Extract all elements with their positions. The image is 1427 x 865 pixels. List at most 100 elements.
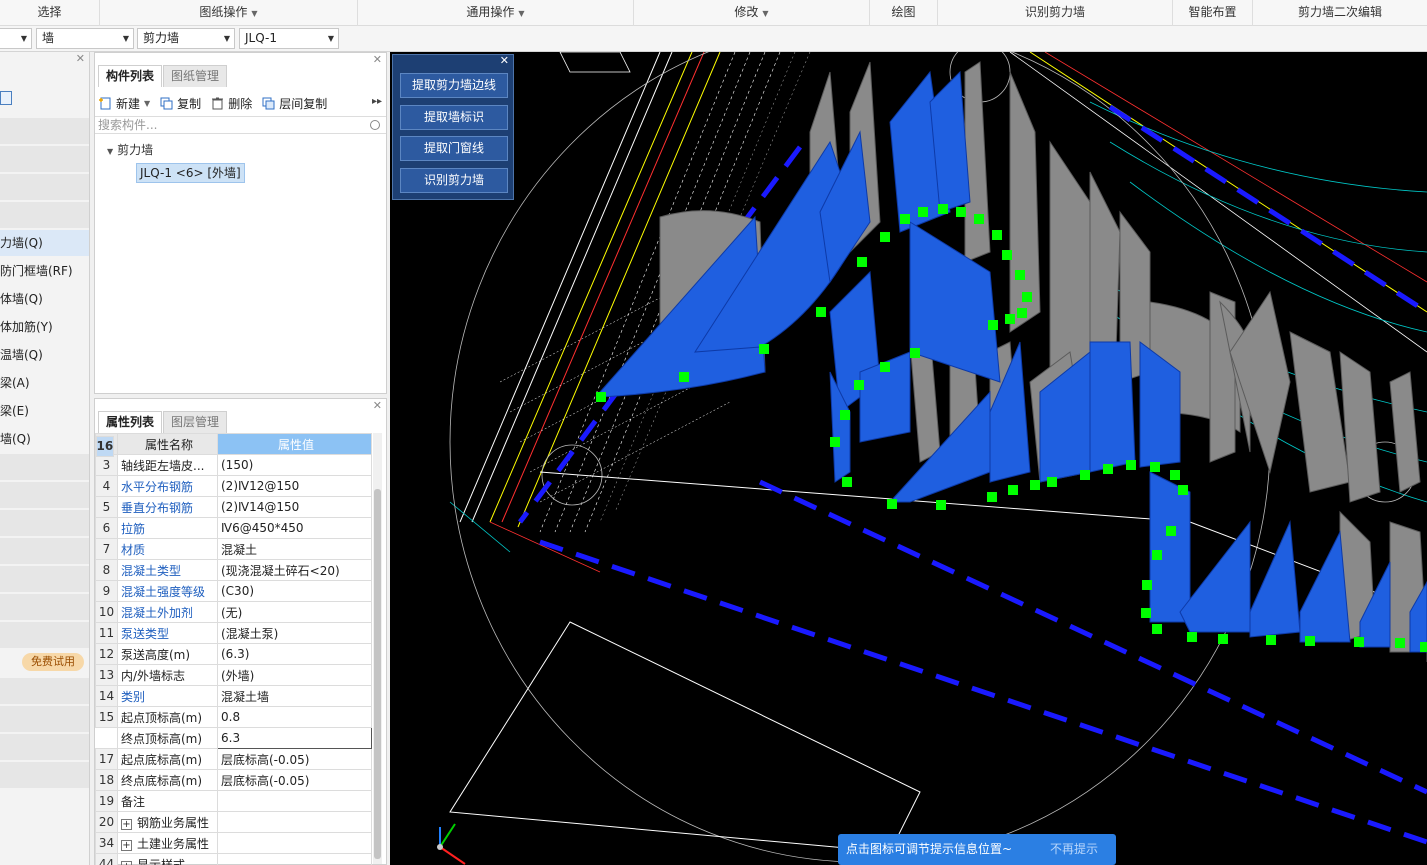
extract-door-window-button[interactable]: 提取门窗线 — [400, 136, 508, 161]
expand-plus-icon[interactable]: + — [121, 818, 132, 830]
property-row[interactable]: 9 混凝土强度等级 (C30) — [95, 580, 372, 602]
new-icon — [99, 97, 112, 110]
close-icon[interactable]: ✕ — [373, 399, 382, 412]
scrollbar-thumb[interactable] — [374, 489, 381, 859]
chevron-down-icon: ▼ — [122, 34, 129, 43]
nav-item-q[interactable]: 墙(Q) — [0, 426, 89, 452]
property-value[interactable]: (C30) — [217, 580, 372, 602]
property-row[interactable]: 14 类别 混凝土墙 — [95, 685, 372, 707]
nav-item-insulation-wall[interactable]: 温墙(Q) — [0, 342, 89, 368]
ribbon-group-modify[interactable]: 修改 ▼ — [634, 0, 870, 26]
nav-item-shear-wall[interactable]: 力墙(Q) — [0, 230, 89, 256]
expand-plus-icon[interactable]: + — [121, 839, 132, 851]
property-row[interactable]: 5 垂直分布钢筋 (2)Ⅳ14@150 — [95, 496, 372, 518]
component-search-input[interactable]: 搜索构件... — [95, 116, 386, 134]
chevron-down-icon: ▼ — [762, 9, 769, 18]
floor-copy-button[interactable]: 层间复制 — [262, 91, 327, 115]
nav-spacer — [0, 594, 89, 620]
property-value[interactable]: (6.3) — [217, 643, 372, 665]
nav-item-a[interactable]: 梁(A) — [0, 370, 89, 396]
property-name: 泵送高度(m) — [117, 643, 218, 665]
property-value[interactable] — [217, 790, 372, 812]
property-value[interactable] — [217, 853, 372, 865]
property-row[interactable]: 7 材质 混凝土 — [95, 538, 372, 560]
nav-item-masonry-rebar[interactable]: 体加筋(Y) — [0, 314, 89, 340]
property-value[interactable]: 0.8 — [217, 706, 372, 728]
free-trial-badge[interactable]: 免费试用 — [22, 653, 84, 671]
close-icon[interactable]: ✕ — [76, 52, 85, 65]
ribbon-group-drawing-ops[interactable]: 图纸操作 ▼ — [100, 0, 358, 26]
tip-message[interactable]: 点击图标可调节提示信息位置~ — [846, 834, 1012, 864]
expand-plus-icon[interactable]: + — [121, 860, 132, 865]
property-value[interactable]: 层底标高(-0.05) — [217, 769, 372, 791]
property-row[interactable]: 6 拉筋 Ⅳ6@450*450 — [95, 517, 372, 539]
property-value[interactable]: (150) — [217, 454, 372, 476]
ribbon-group-smart-layout[interactable]: 智能布置 — [1173, 0, 1253, 26]
cad-canvas[interactable] — [390, 52, 1427, 865]
property-row[interactable]: 34 + 土建业务属性 — [95, 832, 372, 854]
tree-node-shear-wall[interactable]: ▼ 剪力墙 — [107, 141, 153, 158]
layout-icon[interactable] — [0, 91, 12, 105]
property-row[interactable]: 10 混凝土外加剂 (无) — [95, 601, 372, 623]
property-value-editor[interactable]: 6.3 — [217, 727, 372, 749]
property-name-text: 混凝土外加剂 — [121, 605, 194, 620]
property-row[interactable]: 19 备注 — [95, 790, 372, 812]
nav-item-blast-door-wall[interactable]: 防门框墙(RF) — [0, 258, 89, 284]
tab-component-list[interactable]: 构件列表 — [98, 65, 163, 87]
nav-item-masonry-wall[interactable]: 体墙(Q) — [0, 286, 89, 312]
floor-select[interactable]: ▼ — [0, 28, 32, 49]
property-row[interactable]: 12 泵送高度(m) (6.3) — [95, 643, 372, 665]
category-select[interactable]: 墙 ▼ — [36, 28, 134, 49]
property-row[interactable]: 44+ 显示样式 — [95, 853, 372, 865]
delete-button[interactable]: 删除 — [211, 91, 252, 115]
component-select[interactable]: JLQ-1 ▼ — [239, 28, 339, 49]
property-value[interactable]: (混凝土泵) — [217, 622, 372, 644]
property-value[interactable] — [217, 811, 372, 833]
property-value[interactable]: Ⅳ6@450*450 — [217, 517, 372, 539]
ribbon-group-wall-edit[interactable]: 剪力墙二次编辑 — [1253, 0, 1427, 26]
extract-wall-label-button[interactable]: 提取墙标识 — [400, 105, 508, 130]
property-row[interactable]: 20 + 钢筋业务属性 — [95, 811, 372, 833]
property-value[interactable]: 混凝土 — [217, 538, 372, 560]
property-row[interactable]: 16 终点顶标高(m) 6.3 — [95, 435, 372, 749]
property-row-number: 9 — [95, 580, 118, 602]
tab-drawing-manager[interactable]: 图纸管理 — [163, 65, 228, 87]
property-value[interactable]: (2)Ⅳ14@150 — [217, 496, 372, 518]
property-row[interactable]: 4 水平分布钢筋 (2)Ⅳ12@150 — [95, 475, 372, 497]
cad-viewport[interactable] — [390, 52, 1427, 865]
property-row[interactable]: 11 泵送类型 (混凝土泵) — [95, 622, 372, 644]
property-value[interactable]: (无) — [217, 601, 372, 623]
close-icon[interactable]: ✕ — [373, 53, 382, 66]
dont-show-again-link[interactable]: 不再提示 — [1050, 834, 1098, 864]
property-scrollbar[interactable] — [373, 433, 382, 864]
close-icon[interactable]: ✕ — [500, 54, 509, 67]
copy-button[interactable]: 复制 — [160, 91, 201, 115]
tree-item-jlq1[interactable]: JLQ-1 <6> [外墙] — [136, 163, 245, 183]
property-row[interactable]: 13 内/外墙标志 (外墙) — [95, 664, 372, 686]
property-value[interactable]: 层底标高(-0.05) — [217, 748, 372, 770]
ribbon-group-select[interactable]: 选择 — [0, 0, 100, 26]
ribbon-group-general-ops[interactable]: 通用操作 ▼ — [358, 0, 634, 26]
extract-wall-edge-button[interactable]: 提取剪力墙边线 — [400, 73, 508, 98]
property-value[interactable]: 混凝土墙 — [217, 685, 372, 707]
ribbon-group-identify-wall[interactable]: 识别剪力墙 — [938, 0, 1173, 26]
property-row[interactable]: 18 终点底标高(m) 层底标高(-0.05) — [95, 769, 372, 791]
property-row[interactable]: 3 轴线距左墙皮... (150) — [95, 454, 372, 476]
property-value[interactable]: (2)Ⅳ12@150 — [217, 475, 372, 497]
nav-spacer — [0, 118, 89, 144]
property-value[interactable] — [217, 832, 372, 854]
identify-shear-wall-button[interactable]: 识别剪力墙 — [400, 168, 508, 193]
ribbon-group-draw[interactable]: 绘图 — [870, 0, 938, 26]
property-value[interactable]: (外墙) — [217, 664, 372, 686]
property-row[interactable]: 17 起点底标高(m) 层底标高(-0.05) — [95, 748, 372, 770]
tab-property-list[interactable]: 属性列表 — [98, 411, 163, 433]
type-select[interactable]: 剪力墙 ▼ — [137, 28, 235, 49]
nav-item-e[interactable]: 梁(E) — [0, 398, 89, 424]
property-row[interactable]: 8 混凝土类型 (现浇混凝土碎石<20) — [95, 559, 372, 581]
property-row[interactable]: 15 起点顶标高(m) 0.8 — [95, 706, 372, 728]
more-icon[interactable]: ▸▸ — [372, 96, 382, 107]
gray-wall-elements — [659, 61, 1427, 662]
new-component-button[interactable]: 新建 ▼ — [99, 91, 150, 115]
property-value[interactable]: (现浇混凝土碎石<20) — [217, 559, 372, 581]
tab-layer-manager[interactable]: 图层管理 — [163, 411, 228, 433]
